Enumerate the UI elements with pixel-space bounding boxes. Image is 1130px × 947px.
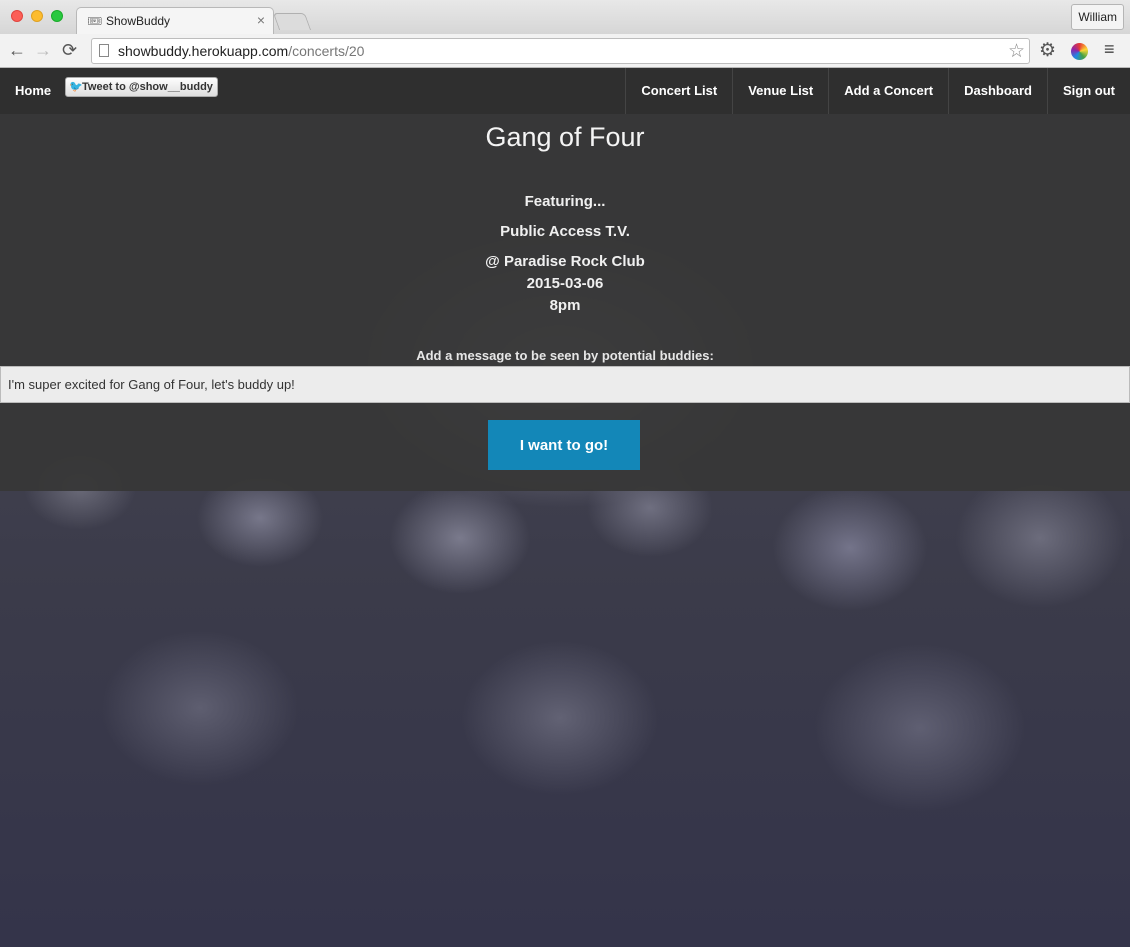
url-path: /concerts/20 <box>288 43 365 59</box>
opening-act: Public Access T.V. <box>500 223 630 240</box>
page-icon <box>99 44 109 57</box>
new-tab-button[interactable] <box>272 13 312 30</box>
bookmark-star-icon[interactable]: ☆ <box>1008 40 1025 63</box>
twitter-bird-icon: 🐦 <box>69 81 83 93</box>
concert-time: 8pm <box>549 297 581 314</box>
reload-icon[interactable]: ⟳ <box>62 40 77 60</box>
window-close-button[interactable] <box>11 10 23 22</box>
forward-icon[interactable]: → <box>34 40 52 60</box>
profile-button[interactable]: William <box>1071 4 1124 30</box>
url-text[interactable]: showbuddy.herokuapp.com/concerts/20 <box>118 43 364 59</box>
address-bar[interactable]: showbuddy.herokuapp.com/concerts/20 ☆ <box>91 38 1030 64</box>
tweet-button[interactable]: 🐦Tweet to @show__buddy <box>65 77 218 97</box>
message-input[interactable] <box>0 366 1130 403</box>
window-maximize-button[interactable] <box>51 10 63 22</box>
want-to-go-button[interactable]: I want to go! <box>488 420 640 470</box>
browser-menu-icon[interactable]: ≡ <box>1104 39 1115 60</box>
site-navbar: Home 🐦Tweet to @show__buddy Concert List… <box>0 68 1130 114</box>
message-label: Add a message to be seen by potential bu… <box>416 348 714 363</box>
page-viewport: Home 🐦Tweet to @show__buddy Concert List… <box>0 68 1130 947</box>
nav-dashboard[interactable]: Dashboard <box>948 68 1047 114</box>
concert-date: 2015-03-06 <box>526 275 604 292</box>
venue-name: @ Paradise Rock Club <box>485 253 645 270</box>
browser-tab[interactable]: 🎟 ShowBuddy × <box>76 7 274 35</box>
browser-toolbar: ← → ⟳ showbuddy.herokuapp.com/concerts/2… <box>0 34 1130 68</box>
settings-gear-icon[interactable]: ⚙ <box>1039 39 1056 62</box>
tab-close-icon[interactable]: × <box>257 12 265 28</box>
nav-add-concert[interactable]: Add a Concert <box>828 68 948 114</box>
extension-color-icon[interactable] <box>1071 43 1088 60</box>
tweet-button-label: Tweet to @show__buddy <box>82 81 213 93</box>
nav-concert-list[interactable]: Concert List <box>625 68 732 114</box>
url-host: showbuddy.herokuapp.com <box>118 43 289 59</box>
browser-title-bar: 🎟 ShowBuddy × William <box>0 0 1130 35</box>
nav-sign-out[interactable]: Sign out <box>1047 68 1130 114</box>
featuring-label: Featuring... <box>524 193 606 210</box>
tab-title: ShowBuddy <box>106 14 171 28</box>
nav-home-link[interactable]: Home <box>15 83 51 98</box>
back-icon[interactable]: ← <box>8 40 26 60</box>
window-minimize-button[interactable] <box>31 10 43 22</box>
nav-venue-list[interactable]: Venue List <box>732 68 828 114</box>
concert-title: Gang of Four <box>485 122 645 152</box>
concert-detail-panel: Gang of Four Featuring... Public Access … <box>0 114 1130 491</box>
nav-right-menu: Concert List Venue List Add a Concert Da… <box>625 68 1130 114</box>
favicon-icon: 🎟 <box>87 14 103 28</box>
